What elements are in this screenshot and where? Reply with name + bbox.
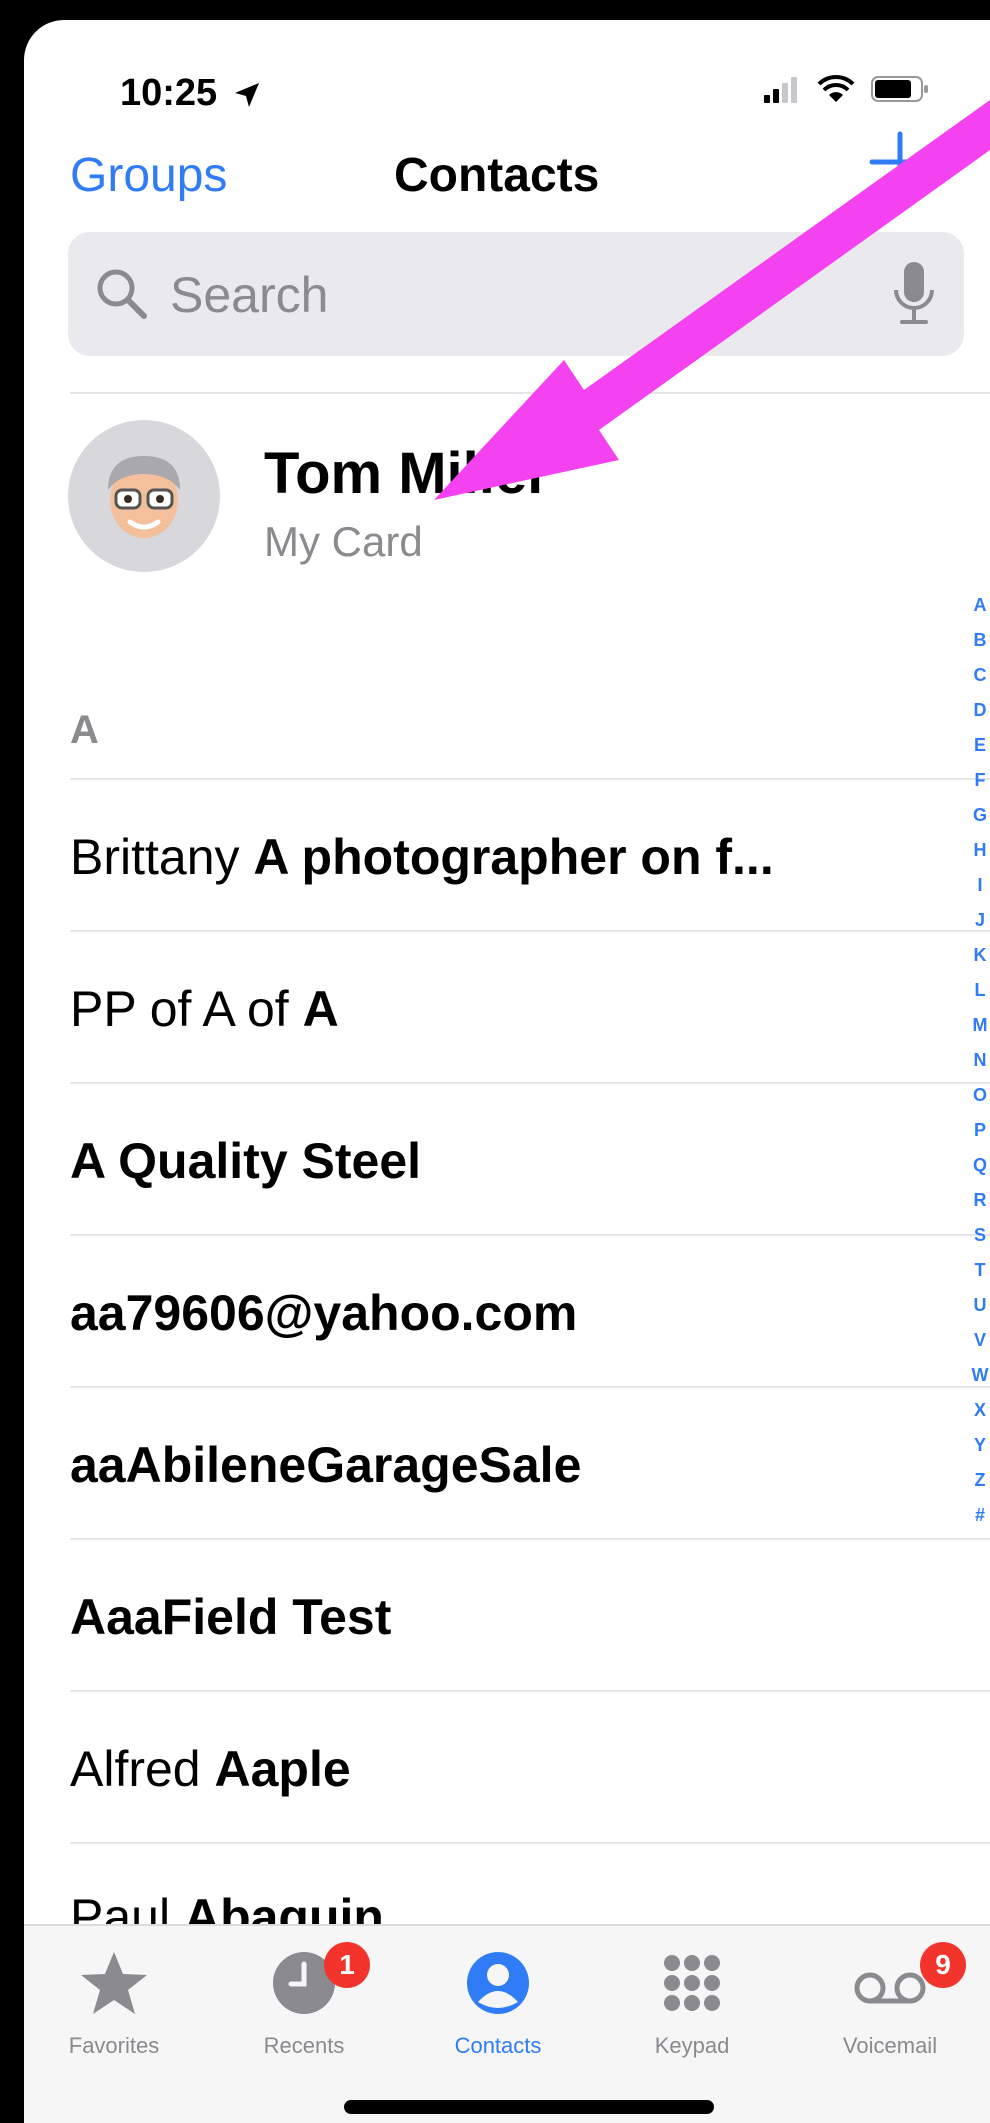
index-letter[interactable]: T — [975, 1253, 986, 1288]
contact-row[interactable]: Alfred Aaple — [70, 1740, 950, 1798]
divider — [70, 778, 990, 780]
tab-contacts-label: Contacts — [454, 2033, 542, 2058]
alphabet-index[interactable]: A B C D E F G H I J K L M N O P Q R S T U V W X Y Z # — [970, 588, 990, 1533]
contact-first-name: Alfred — [70, 1741, 215, 1797]
tab-keypad[interactable]: Keypad — [602, 1950, 782, 2059]
index-letter[interactable]: G — [973, 798, 987, 833]
tab-bar: Favorites 1 Recents Contacts Keypad 9 Vo… — [24, 1924, 990, 2123]
contact-row[interactable]: AaaField Test — [70, 1588, 950, 1646]
index-letter[interactable]: Z — [975, 1463, 986, 1498]
tab-voicemail-label: Voicemail — [842, 2033, 938, 2058]
index-letter[interactable]: Y — [974, 1428, 986, 1463]
index-letter[interactable]: K — [974, 938, 987, 973]
divider — [70, 930, 990, 932]
contact-last-name: A — [302, 981, 339, 1037]
index-letter[interactable]: J — [975, 903, 985, 938]
tab-recents[interactable]: 1 Recents — [214, 1942, 394, 2059]
contact-last-name: Aaple — [214, 1741, 351, 1797]
contact-last-name: A photographer on f... — [253, 829, 774, 885]
contact-first-name: Brittany — [70, 829, 254, 885]
home-indicator[interactable] — [344, 2100, 714, 2114]
recents-badge: 1 — [324, 1942, 370, 1988]
index-letter[interactable]: F — [975, 763, 986, 798]
contact-last-name: aaAbileneGarageSale — [70, 1437, 582, 1493]
divider — [70, 1538, 990, 1540]
index-letter[interactable]: U — [974, 1288, 987, 1323]
voicemail-badge: 9 — [920, 1942, 966, 1988]
index-letter[interactable]: E — [974, 728, 986, 763]
index-letter[interactable]: O — [973, 1078, 987, 1113]
index-letter[interactable]: M — [973, 1008, 988, 1043]
voicemail-icon — [854, 1972, 926, 2004]
index-letter[interactable]: W — [972, 1358, 989, 1393]
index-letter[interactable]: N — [974, 1043, 987, 1078]
tab-favorites[interactable]: Favorites — [24, 1950, 204, 2059]
star-icon — [81, 1952, 147, 2014]
contact-last-name: aa79606@yahoo.com — [70, 1285, 578, 1341]
divider — [70, 1690, 990, 1692]
index-letter[interactable]: # — [975, 1498, 985, 1533]
tab-keypad-label: Keypad — [654, 2033, 730, 2058]
index-letter[interactable]: X — [974, 1393, 986, 1428]
tab-voicemail[interactable]: 9 Voicemail — [800, 1942, 980, 2059]
tab-recents-label: Recents — [263, 2033, 345, 2058]
contact-row[interactable]: aaAbileneGarageSale — [70, 1436, 950, 1494]
tab-contacts[interactable]: Contacts — [408, 1950, 588, 2059]
tab-favorites-label: Favorites — [68, 2033, 160, 2058]
contact-row[interactable]: aa79606@yahoo.com — [70, 1284, 950, 1342]
contact-row[interactable]: PP of A of A — [70, 980, 950, 1038]
index-letter[interactable]: H — [974, 833, 987, 868]
index-letter[interactable]: Q — [973, 1148, 987, 1183]
divider — [70, 1386, 990, 1388]
contact-last-name: A Quality Steel — [70, 1133, 422, 1189]
divider — [70, 1234, 990, 1236]
index-letter[interactable]: I — [977, 868, 982, 903]
index-letter[interactable]: S — [974, 1218, 986, 1253]
keypad-icon — [664, 1955, 720, 2011]
contact-row[interactable]: Brittany A photographer on f... — [70, 828, 950, 886]
index-letter[interactable]: L — [975, 973, 986, 1008]
contact-first-name: PP of A of — [70, 981, 303, 1037]
annotation-arrow-icon — [434, 100, 990, 500]
divider — [70, 1842, 990, 1844]
person-circle-icon — [467, 1952, 529, 2014]
divider — [70, 1082, 990, 1084]
contact-row[interactable]: A Quality Steel — [70, 1132, 950, 1190]
index-letter[interactable]: R — [974, 1183, 987, 1218]
contacts-screen: 10:25 Groups Contacts Search Tom Miller … — [24, 20, 990, 2123]
contact-last-name: AaaField Test — [70, 1589, 392, 1645]
index-letter[interactable]: P — [974, 1113, 986, 1148]
index-letter[interactable]: V — [974, 1323, 986, 1358]
